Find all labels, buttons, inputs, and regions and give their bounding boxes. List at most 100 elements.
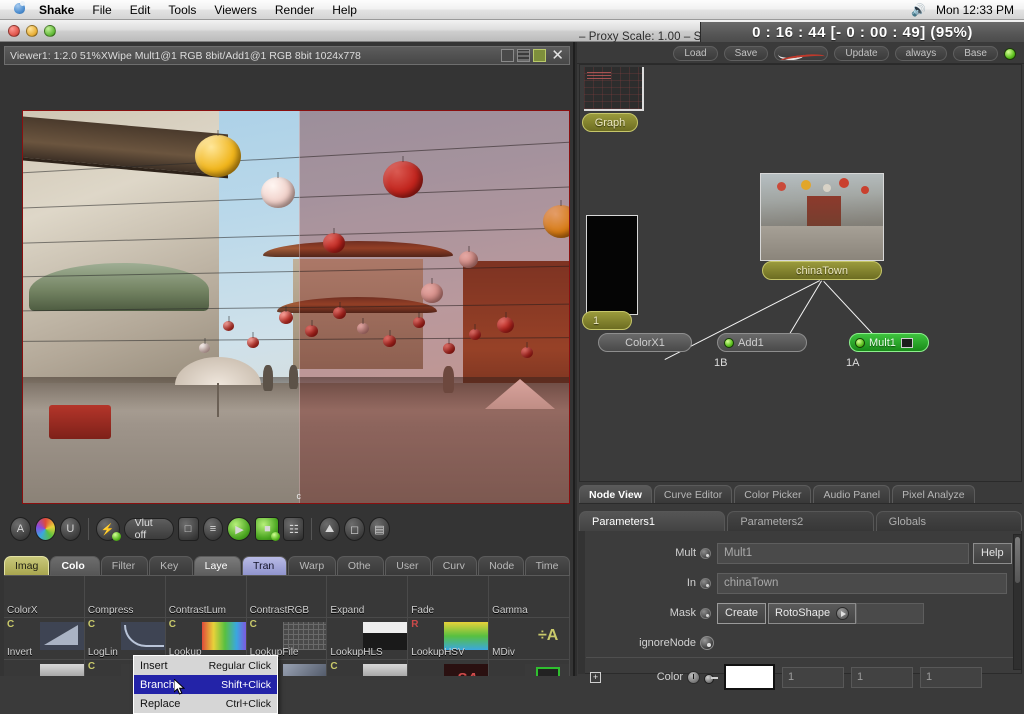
color-green-input[interactable]: 1 [851,666,913,688]
tool-loglin[interactable]: C LogLin [84,618,166,660]
volume-icon[interactable]: 🔊 [911,3,926,17]
compare-icon[interactable]: ≡ [202,517,224,541]
alpha-a-icon[interactable]: A [10,517,31,541]
base-button[interactable]: Base [953,46,998,61]
mult1-viewer-chip-icon[interactable] [900,337,913,348]
tab-layer[interactable]: Laye [193,556,242,575]
tab-time[interactable]: Time [524,556,571,575]
color-swatch[interactable] [724,664,775,690]
always-dropdown[interactable]: always [894,46,948,61]
save-button[interactable]: Save [723,46,769,61]
frame-icon[interactable]: □ [177,517,199,541]
graph-node-mult1[interactable]: Mult1 [849,333,929,352]
minimize-window-icon[interactable] [26,24,38,37]
graph-node-colorx1[interactable]: ColorX1 [598,333,692,352]
tool-monochrome[interactable]: Monochrome [4,660,85,676]
graph-node-1[interactable]: 1 [582,311,632,330]
tool-contrastlum[interactable]: ContrastLum [165,576,247,618]
tab-warp[interactable]: Warp [288,556,336,575]
tab-parameters2[interactable]: Parameters2 [727,511,874,531]
tab-node-view[interactable]: Node View [579,485,652,503]
tab-filter[interactable]: Filter [100,556,149,575]
help-button[interactable]: Help [973,542,1012,564]
ignorenode-toggle[interactable] [700,636,714,650]
scrollbar-thumb[interactable] [1015,537,1020,583]
node-thumbnail-chinatown[interactable] [760,173,884,261]
color-red-input[interactable]: 1 [782,666,844,688]
lut-u-icon[interactable]: U [59,517,81,541]
context-menu-item-insert[interactable]: Insert Regular Click [134,656,277,675]
noise-icon[interactable]: ☷ [283,517,305,541]
menu-file[interactable]: File [83,0,120,20]
tool-set[interactable]: C Set [327,660,409,676]
tab-parameters1[interactable]: Parameters1 [579,511,726,531]
tab-audio-panel[interactable]: Audio Panel [813,485,891,503]
color-picker-icon[interactable] [704,671,718,684]
tab-curve[interactable]: Curv [431,556,478,575]
in-knob-icon[interactable] [700,577,711,589]
stack-icon[interactable]: ◻ [344,517,366,541]
node-insert-context-menu[interactable]: Insert Regular Click Branch Shift+Click … [133,655,278,714]
status-led-icon[interactable] [1004,47,1016,60]
tool-mdiv[interactable]: ÷A MDiv [489,618,570,660]
tab-key[interactable]: Key [149,556,193,575]
tab-color-picker[interactable]: Color Picker [734,485,812,503]
film-icon[interactable]: ▤ [369,517,390,541]
grid-icon[interactable] [517,49,531,62]
node-thumbnail-black[interactable] [586,215,638,315]
parameters-scrollbar[interactable] [1013,534,1022,670]
close-window-icon[interactable] [8,24,20,37]
menu-tools[interactable]: Tools [159,0,205,20]
zoom-window-icon[interactable] [44,24,56,37]
menu-viewers[interactable]: Viewers [205,0,265,20]
update-button[interactable]: Update [834,46,889,61]
menu-app-name[interactable]: Shake [30,0,83,20]
tool-setalpha[interactable]: SA SetAlpha [408,660,490,676]
window-controls[interactable] [8,24,56,37]
color-wheel-icon[interactable] [34,517,56,541]
context-menu-item-replace[interactable]: Replace Ctrl+Click [134,694,277,713]
menu-help[interactable]: Help [323,0,366,20]
tab-other[interactable]: Othe [336,556,385,575]
checker-icon[interactable] [501,49,515,62]
tool-lookuphsv[interactable]: R LookupHSV [408,618,490,660]
tab-image[interactable]: Imag [4,556,50,575]
wipe-divider[interactable] [298,111,300,503]
tab-node[interactable]: Node [478,556,524,575]
load-button[interactable]: Load [673,46,718,61]
mask-target-input[interactable] [856,602,925,624]
color-expand-button[interactable]: + [590,671,601,683]
node-graph-canvas[interactable]: Graph 1 chinaTown ColorX1 Add1 1B Mult1 … [579,64,1022,482]
menu-edit[interactable]: Edit [121,0,160,20]
tool-lookupfile[interactable]: C LookupFile [246,618,328,660]
mask-create-button[interactable]: Create [717,602,767,624]
curve-graph-icon[interactable] [774,46,829,61]
close-icon[interactable]: ✕ [549,48,566,63]
home-icon[interactable]: ⛰ [319,517,341,541]
tab-pixel-analyze[interactable]: Pixel Analyze [892,485,975,503]
tool-expand[interactable]: Expand [327,576,409,618]
render-icon[interactable]: ▶ [227,517,252,541]
tool-gamma[interactable]: Gamma [489,576,570,618]
in-source-input[interactable]: chinaTown [717,572,1007,594]
vlut-button[interactable]: Vlut off [123,517,174,541]
tool-colorx[interactable]: ColorX [4,576,85,618]
channels-icon[interactable] [533,49,547,62]
graph-node-graph-label[interactable]: Graph [582,113,638,132]
tab-curve-editor[interactable]: Curve Editor [653,485,733,503]
mask-knob-icon[interactable] [700,607,711,619]
context-menu-item-branch[interactable]: Branch Shift+Click [134,675,277,694]
mask-type-dropdown[interactable]: RotoShape [768,602,857,624]
tool-contrastrgb[interactable]: ContrastRGB [246,576,328,618]
color-blue-input[interactable]: 1 [920,666,982,688]
tab-transform[interactable]: Tran [242,556,288,575]
mult-knob-icon[interactable] [700,547,711,559]
tab-color[interactable]: Colo [50,556,100,575]
tab-globals[interactable]: Globals [875,511,1022,531]
viewer-canvas[interactable]: c [22,110,570,504]
tool-fade[interactable]: Fade [408,576,490,618]
mult-name-input[interactable]: Mult1 [717,542,969,564]
graph-node-chinatown[interactable]: chinaTown [762,261,882,280]
system-clock[interactable]: Mon 12:33 PM [936,3,1014,17]
animation-clock-icon[interactable] [687,670,700,684]
